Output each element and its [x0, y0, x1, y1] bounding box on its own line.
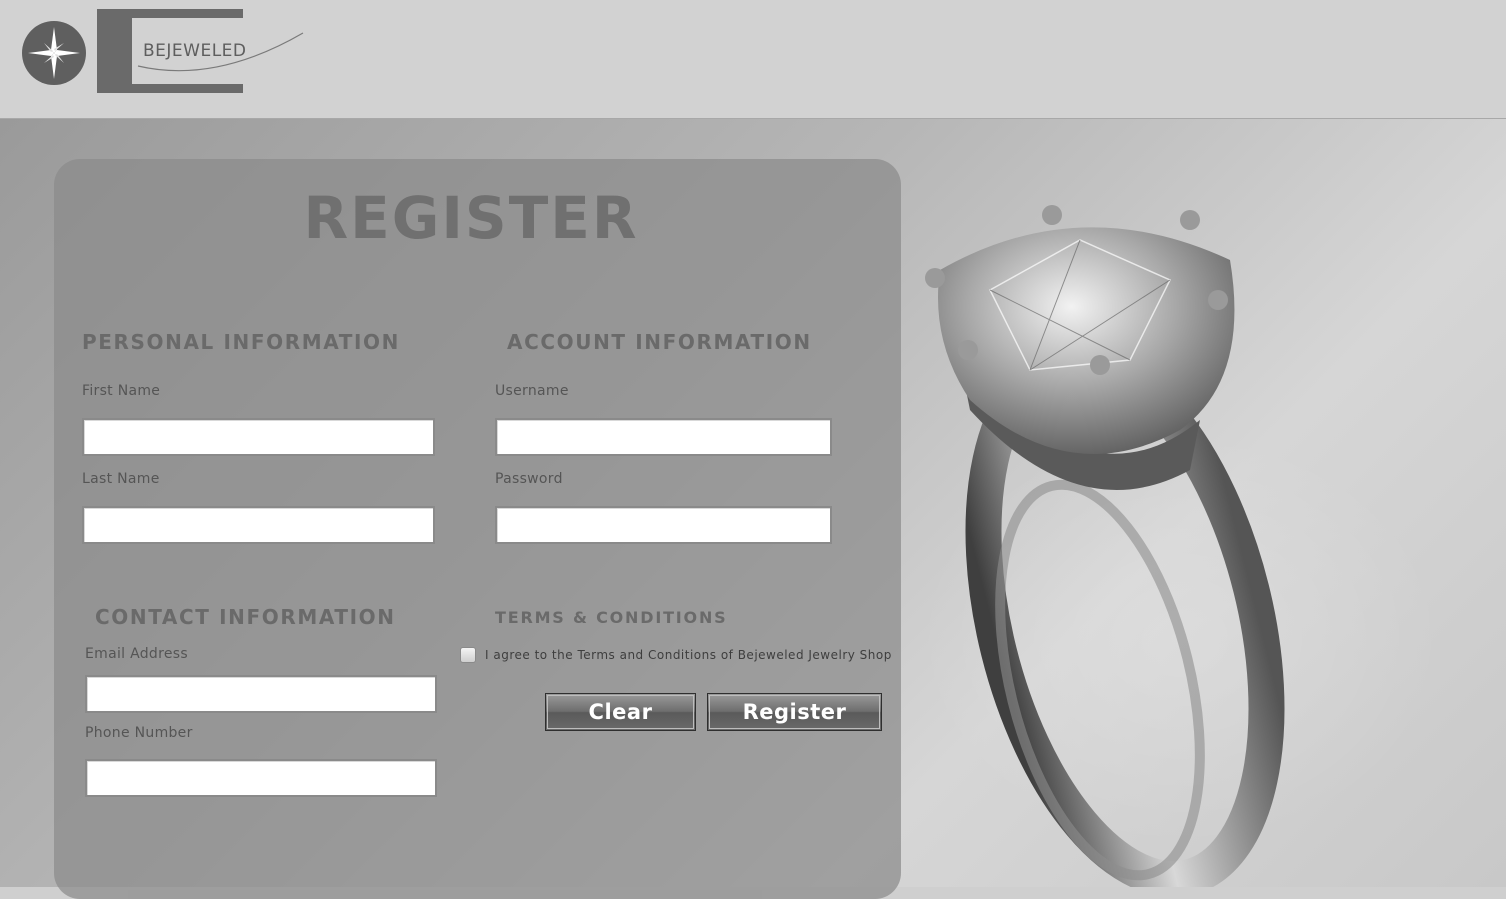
first-name-label: First Name	[82, 383, 161, 399]
username-label: Username	[495, 383, 569, 399]
email-address-label: Email Address	[85, 646, 188, 662]
brand-name: BEJEWELED	[143, 41, 247, 61]
personal-information-heading: PERSONAL INFORMATION	[82, 330, 400, 354]
password-label: Password	[495, 471, 563, 487]
phone-number-input[interactable]	[85, 759, 437, 797]
first-name-input[interactable]	[82, 418, 435, 456]
last-name-input[interactable]	[82, 506, 435, 544]
terms-conditions-heading: TERMS & CONDITIONS	[495, 608, 728, 627]
compass-star-icon	[22, 21, 86, 85]
app-header: BEJEWELED	[0, 0, 1506, 119]
last-name-label: Last Name	[82, 471, 160, 487]
brand-logo[interactable]: BEJEWELED	[0, 0, 320, 110]
terms-agree-label[interactable]: I agree to the Terms and Conditions of B…	[485, 648, 892, 662]
phone-number-label: Phone Number	[85, 725, 193, 741]
page-title: REGISTER	[303, 184, 639, 252]
register-button[interactable]: Register	[707, 693, 882, 731]
password-input[interactable]	[495, 506, 832, 544]
clear-button[interactable]: Clear	[545, 693, 696, 731]
contact-information-heading: CONTACT INFORMATION	[95, 605, 396, 629]
email-address-input[interactable]	[85, 675, 437, 713]
username-input[interactable]	[495, 418, 832, 456]
diamond-ring-image	[925, 205, 1285, 887]
account-information-heading: ACCOUNT INFORMATION	[507, 330, 812, 354]
terms-agree-checkbox[interactable]	[460, 647, 476, 663]
